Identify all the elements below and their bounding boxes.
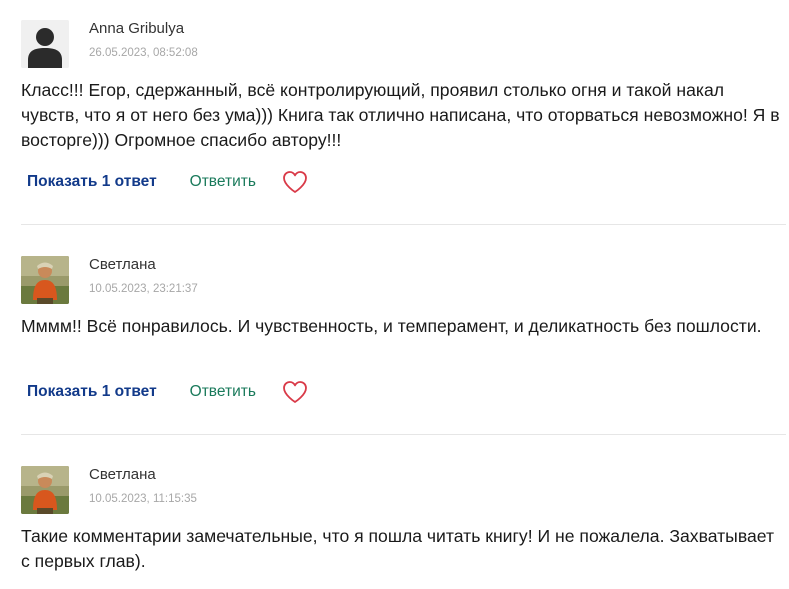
comment-divider	[21, 434, 786, 435]
comment-actions: Показать 1 ответ Ответить	[27, 168, 308, 196]
comment-author[interactable]: Светлана	[89, 466, 156, 483]
default-user-icon	[21, 20, 69, 68]
comment-actions: Показать 1 ответ Ответить	[27, 378, 308, 406]
show-replies-button[interactable]: Показать 1 ответ	[27, 383, 157, 401]
reply-button[interactable]: Ответить	[190, 383, 256, 401]
comment-text: Класс!!! Егор, сдержанный, всё контролир…	[21, 80, 780, 150]
comment-author[interactable]: Светлана	[89, 256, 156, 273]
comment-list: Anna Gribulya 26.05.2023, 08:52:08 Класс…	[0, 0, 789, 589]
like-button[interactable]	[282, 380, 308, 404]
user-photo	[21, 256, 69, 304]
heart-icon	[283, 171, 307, 193]
comment-text: Такие комментарии замечательные, что я п…	[21, 526, 775, 571]
avatar[interactable]	[21, 256, 69, 304]
comment-date: 26.05.2023, 08:52:08	[89, 47, 198, 59]
comment-divider	[21, 224, 786, 225]
heart-icon	[283, 381, 307, 403]
comment-text: Мммм!! Всё понравилось. И чувственность,…	[21, 316, 762, 336]
comment-author[interactable]: Anna Gribulya	[89, 20, 184, 37]
comment-date: 10.05.2023, 11:15:35	[89, 493, 197, 505]
show-replies-button[interactable]: Показать 1 ответ	[27, 173, 157, 191]
user-photo	[21, 466, 69, 514]
avatar[interactable]	[21, 466, 69, 514]
like-button[interactable]	[282, 170, 308, 194]
avatar[interactable]	[21, 20, 69, 68]
reply-button[interactable]: Ответить	[190, 173, 256, 191]
comment-date: 10.05.2023, 23:21:37	[89, 283, 198, 295]
